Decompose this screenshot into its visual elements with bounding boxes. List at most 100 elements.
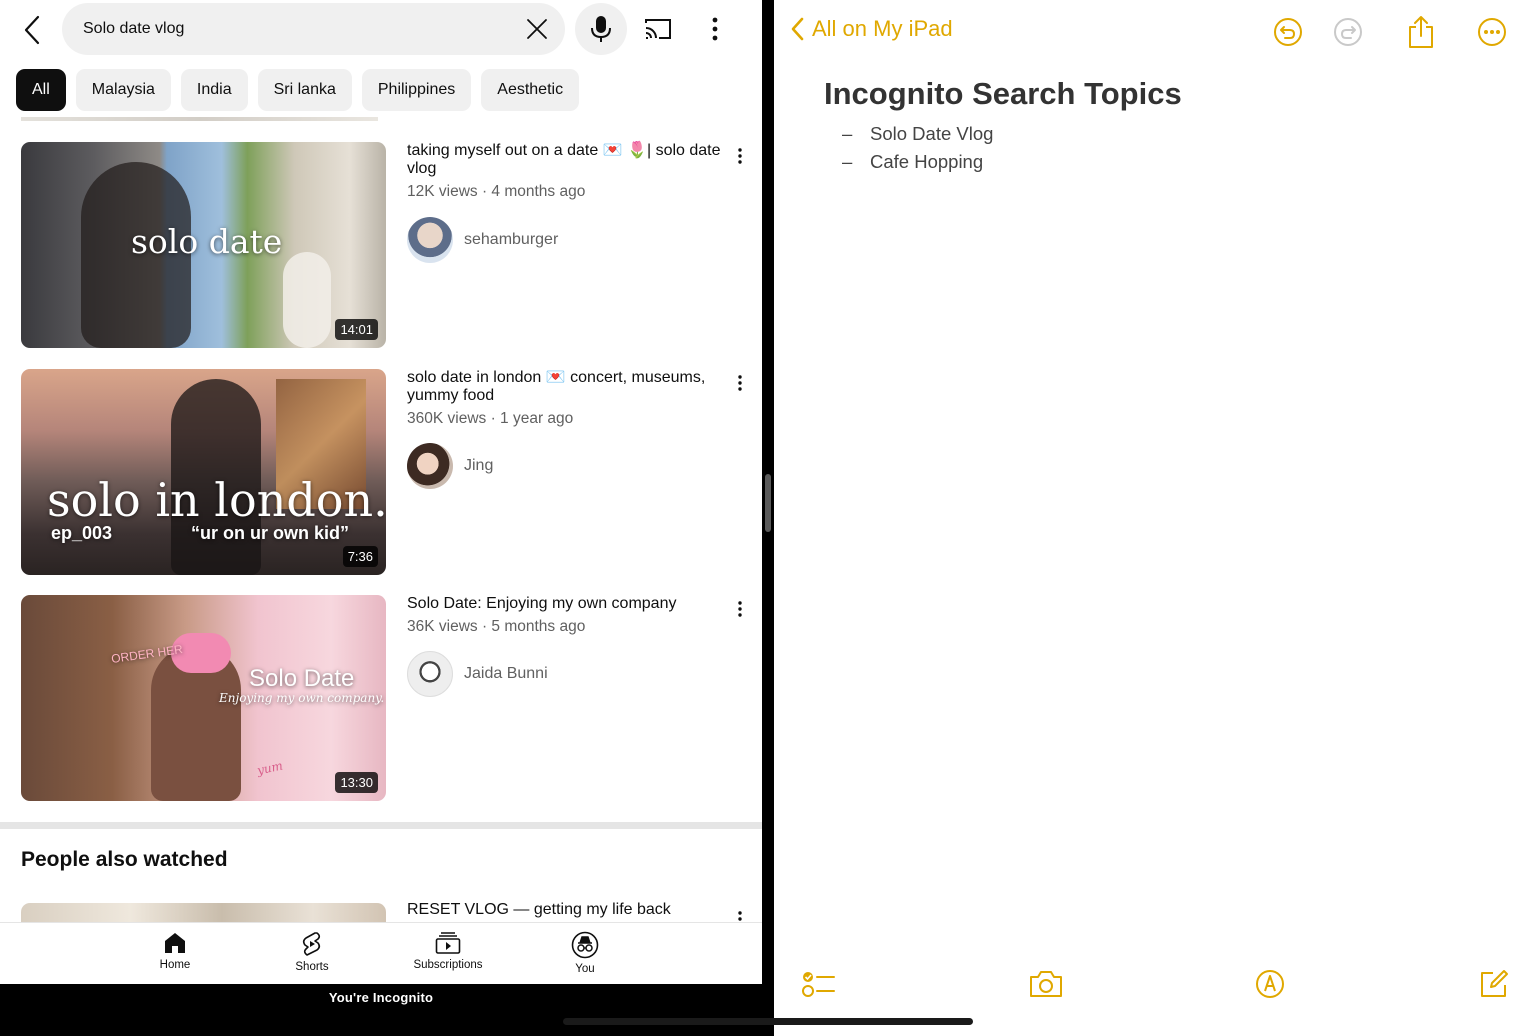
share-button[interactable] — [1406, 14, 1436, 50]
home-icon — [165, 933, 185, 953]
video-title[interactable]: taking myself out on a date 💌 🌷| solo da… — [407, 142, 722, 178]
nav-subscriptions[interactable]: Subscriptions — [398, 931, 498, 971]
redo-button[interactable] — [1332, 16, 1364, 48]
list-item: – Cafe Hopping — [842, 150, 993, 178]
more-options-button[interactable] — [700, 12, 730, 46]
video-thumbnail[interactable]: solo date 14:01 — [21, 142, 386, 348]
split-view-handle[interactable] — [765, 474, 771, 532]
chevron-left-icon — [24, 15, 40, 45]
video-more-button[interactable] — [731, 142, 749, 170]
chip-sri-lanka[interactable]: Sri lanka — [257, 69, 352, 111]
undo-icon — [1274, 18, 1302, 46]
cast-button[interactable] — [640, 14, 676, 44]
undo-button[interactable] — [1272, 16, 1304, 48]
list-item-text: Solo Date Vlog — [870, 123, 994, 144]
thumbnail-subtext: “ur on ur own kid” — [191, 523, 349, 543]
thumbnail-text: Solo Date — [249, 665, 355, 692]
video-more-button[interactable] — [731, 595, 749, 623]
share-icon — [1409, 16, 1433, 48]
incognito-banner[interactable]: You're Incognito — [0, 984, 762, 1036]
checklist-icon — [802, 972, 835, 997]
video-thumbnail[interactable]: solo in london. ep_003 “ur on ur own kid… — [21, 369, 386, 575]
channel-name: sehamburger — [464, 231, 559, 248]
more-horizontal-icon — [1478, 18, 1506, 46]
nav-label: Shorts — [295, 961, 329, 973]
markup-pen-icon — [1256, 970, 1284, 998]
list-item: – Solo Date Vlog — [842, 122, 993, 150]
section-title: People also watched — [21, 848, 228, 871]
chip-all[interactable]: All — [16, 69, 66, 111]
clear-search-button[interactable] — [523, 15, 551, 43]
notes-back-button[interactable]: All on My iPad — [790, 16, 953, 42]
shorts-icon — [302, 932, 321, 956]
thumbnail-box-text: yum — [255, 758, 285, 778]
channel-link[interactable]: sehamburger — [407, 217, 558, 263]
video-title[interactable]: RESET VLOG — getting my life back — [407, 901, 671, 919]
incognito-icon — [571, 931, 599, 959]
previous-thumbnail-edge — [21, 117, 378, 121]
channel-link[interactable]: Jaida Bunni — [407, 651, 548, 697]
checklist-button[interactable] — [802, 968, 836, 1000]
voice-search-button[interactable] — [575, 3, 627, 55]
video-title[interactable]: Solo Date: Enjoying my own company — [407, 595, 722, 613]
nav-you[interactable]: You — [535, 931, 635, 975]
thumbnail-subtext: ep_003 — [51, 523, 113, 543]
thumbnail-subtext: Enjoying my own company. — [219, 691, 385, 705]
nav-label: You — [575, 963, 595, 975]
duration-badge: 14:01 — [335, 319, 378, 340]
search-input[interactable] — [83, 3, 503, 55]
nav-home[interactable]: Home — [125, 931, 225, 971]
video-title[interactable]: solo date in london 💌 concert, museums, … — [407, 369, 722, 405]
chip-malaysia[interactable]: Malaysia — [75, 69, 171, 111]
microphone-icon — [591, 16, 611, 42]
video-more-button[interactable] — [731, 369, 749, 397]
youtube-pane: All Malaysia India Sri lanka Philippines… — [0, 0, 762, 1036]
channel-link[interactable]: Jing — [407, 443, 493, 489]
subscriptions-icon — [435, 932, 461, 954]
video-thumbnail[interactable] — [21, 903, 386, 923]
video-meta: 360K views · 1 year ago — [407, 410, 574, 427]
chip-aesthetic[interactable]: Aesthetic — [481, 69, 580, 111]
back-button[interactable] — [14, 12, 50, 48]
markup-button[interactable] — [1254, 968, 1286, 1000]
avatar — [407, 443, 453, 489]
duration-badge: 7:36 — [342, 546, 378, 567]
filter-chips: All Malaysia India Sri lanka Philippines… — [16, 69, 580, 111]
camera-icon — [1030, 971, 1062, 997]
duration-badge: 13:30 — [335, 772, 378, 793]
compose-icon — [1481, 970, 1508, 997]
video-result: solo in london. ep_003 “ur on ur own kid… — [0, 369, 762, 576]
video-result: solo date 14:01 taking myself out on a d… — [0, 142, 762, 349]
nav-label: Subscriptions — [413, 959, 483, 971]
notes-back-label: All on My iPad — [812, 16, 953, 41]
dash-bullet: – — [842, 151, 853, 172]
video-result: ORDER HER Solo Date Enjoying my own comp… — [0, 595, 762, 802]
video-meta: 12K views · 4 months ago — [407, 183, 586, 200]
compose-button[interactable] — [1478, 968, 1510, 1000]
note-title[interactable]: Incognito Search Topics — [824, 76, 1182, 112]
more-vert-icon — [712, 17, 718, 41]
nav-shorts[interactable]: Shorts — [262, 931, 362, 973]
more-vert-icon — [738, 601, 742, 617]
incognito-text: You're Incognito — [328, 990, 434, 1005]
home-indicator[interactable] — [563, 1018, 973, 1025]
camera-button[interactable] — [1028, 968, 1064, 1000]
channel-name: Jaida Bunni — [464, 665, 548, 682]
thumbnail-text: solo in london. — [47, 473, 386, 527]
chip-philippines[interactable]: Philippines — [361, 69, 472, 111]
list-item-text: Cafe Hopping — [870, 151, 984, 172]
section-divider — [0, 822, 762, 829]
search-bar — [62, 3, 565, 55]
bottom-navigation: Home Shorts Subscriptions You — [0, 922, 762, 984]
nav-label: Home — [159, 959, 191, 971]
note-list[interactable]: – Solo Date Vlog – Cafe Hopping — [842, 122, 993, 178]
chip-india[interactable]: India — [180, 69, 248, 111]
more-vert-icon — [738, 375, 742, 391]
chevron-left-icon — [791, 17, 804, 41]
video-thumbnail[interactable]: ORDER HER Solo Date Enjoying my own comp… — [21, 595, 386, 801]
dash-bullet: – — [842, 123, 853, 144]
thumbnail-text: solo date — [131, 222, 283, 261]
more-options-button[interactable] — [1476, 16, 1508, 48]
close-icon — [527, 19, 547, 39]
more-vert-icon — [738, 148, 742, 164]
